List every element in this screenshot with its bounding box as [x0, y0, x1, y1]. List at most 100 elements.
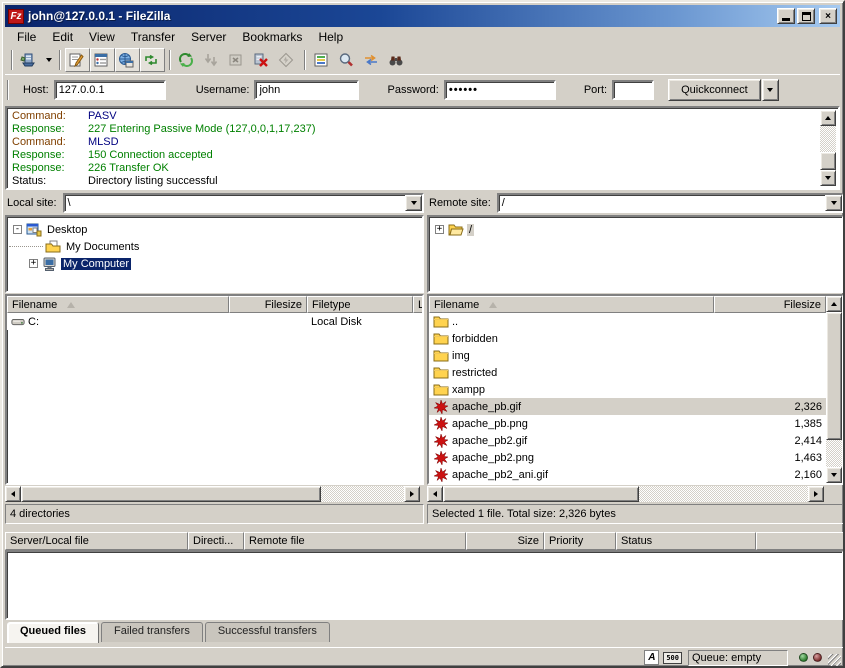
- toggle-transfer-queue-button[interactable]: [140, 48, 165, 72]
- column-header-empty[interactable]: [756, 532, 844, 550]
- remote-file-row[interactable]: apache_pb.png 1,385: [429, 415, 826, 432]
- column-header-direction[interactable]: Directi...: [188, 532, 244, 550]
- scroll-right-button[interactable]: [404, 486, 420, 502]
- tree-item-my-documents[interactable]: My Documents: [9, 238, 420, 255]
- remote-file-row[interactable]: forbidden: [429, 330, 826, 347]
- column-header-server-local-file[interactable]: Server/Local file: [5, 532, 188, 550]
- remote-vertical-scrollbar[interactable]: [826, 296, 842, 483]
- remote-file-row[interactable]: xampp: [429, 381, 826, 398]
- host-input[interactable]: [54, 80, 166, 100]
- tree-item-desktop[interactable]: - Desktop: [9, 221, 420, 238]
- my-documents-icon: [45, 239, 61, 255]
- username-input[interactable]: [254, 80, 359, 100]
- scroll-right-button[interactable]: [808, 486, 824, 502]
- directory-listing-filters-button[interactable]: [310, 48, 335, 72]
- toggle-local-tree-button[interactable]: [90, 48, 115, 72]
- data-type-icon[interactable]: A: [644, 650, 659, 665]
- disconnect-icon: [253, 52, 269, 68]
- tree-item-root[interactable]: + /: [431, 221, 840, 238]
- minimize-button[interactable]: [777, 8, 795, 24]
- scroll-down-button[interactable]: [820, 170, 836, 186]
- directory-comparison-button[interactable]: [335, 48, 360, 72]
- remote-file-row[interactable]: ..: [429, 313, 826, 330]
- remote-tree-icon: [118, 52, 134, 68]
- tab-failed-transfers[interactable]: Failed transfers: [101, 622, 203, 642]
- menu-transfer[interactable]: Transfer: [123, 28, 183, 46]
- queue-body[interactable]: [5, 550, 844, 620]
- scroll-left-button[interactable]: [427, 486, 443, 502]
- reconnect-button[interactable]: [275, 48, 300, 72]
- column-header-remote-file[interactable]: Remote file: [244, 532, 466, 550]
- site-manager-button[interactable]: [17, 48, 42, 72]
- site-manager-dropdown-button[interactable]: [42, 48, 55, 72]
- scroll-down-button[interactable]: [826, 467, 842, 483]
- quickconnect-button[interactable]: Quickconnect: [668, 79, 761, 101]
- column-header-size[interactable]: Size: [466, 532, 544, 550]
- local-site-combobox[interactable]: \: [63, 193, 424, 213]
- remote-file-row[interactable]: img: [429, 347, 826, 364]
- menu-file[interactable]: File: [9, 28, 44, 46]
- scroll-up-button[interactable]: [820, 110, 836, 126]
- expand-icon[interactable]: +: [435, 225, 444, 234]
- column-header-lastmodified[interactable]: L: [413, 296, 423, 313]
- file-type: Local Disk: [311, 316, 362, 328]
- quickconnect-dropdown-button[interactable]: [762, 79, 779, 101]
- tab-queued-files[interactable]: Queued files: [7, 622, 99, 643]
- remote-file-row[interactable]: apache_pb2.png 1,463: [429, 449, 826, 466]
- scroll-up-button[interactable]: [826, 296, 842, 312]
- remote-file-row[interactable]: restricted: [429, 364, 826, 381]
- sync-browsing-icon: [363, 52, 379, 68]
- scroll-left-button[interactable]: [5, 486, 21, 502]
- menu-server[interactable]: Server: [183, 28, 234, 46]
- menu-help[interactable]: Help: [310, 28, 351, 46]
- local-file-row[interactable]: C: Local Disk: [7, 313, 422, 330]
- maximize-button[interactable]: [797, 8, 815, 24]
- remote-file-row[interactable]: apache_pb2.gif 2,414: [429, 432, 826, 449]
- scroll-track[interactable]: [321, 486, 404, 502]
- scroll-thumb[interactable]: [443, 486, 639, 502]
- column-header-filesize[interactable]: Filesize: [714, 296, 826, 313]
- log-scrollbar[interactable]: [820, 110, 836, 186]
- menu-bookmarks[interactable]: Bookmarks: [234, 28, 310, 46]
- toggle-message-log-button[interactable]: [65, 48, 90, 72]
- column-header-filename[interactable]: Filename: [429, 296, 714, 313]
- menu-view[interactable]: View: [81, 28, 123, 46]
- local-horizontal-scrollbar[interactable]: [5, 486, 420, 502]
- scroll-track[interactable]: [639, 486, 808, 502]
- scroll-thumb[interactable]: [21, 486, 321, 502]
- remote-horizontal-scrollbar[interactable]: [427, 486, 824, 502]
- speed-limit-icon[interactable]: 500: [663, 652, 682, 664]
- expand-icon[interactable]: +: [29, 259, 38, 268]
- process-queue-button[interactable]: [200, 48, 225, 72]
- title-bar[interactable]: Fz john@127.0.0.1 - FileZilla ×: [5, 5, 840, 27]
- column-header-priority[interactable]: Priority: [544, 532, 616, 550]
- scroll-right-icon: [814, 491, 818, 497]
- cancel-operation-button[interactable]: [225, 48, 250, 72]
- column-header-filesize[interactable]: Filesize: [229, 296, 307, 313]
- resize-grip[interactable]: [828, 654, 841, 667]
- column-header-filetype[interactable]: Filetype: [307, 296, 413, 313]
- synchronized-browsing-button[interactable]: [360, 48, 385, 72]
- find-files-button[interactable]: [385, 48, 410, 72]
- tab-successful-transfers[interactable]: Successful transfers: [205, 622, 330, 642]
- refresh-icon: [178, 52, 194, 68]
- refresh-button[interactable]: [175, 48, 200, 72]
- remote-site-dropdown-button[interactable]: [825, 195, 842, 211]
- log-line: Command:PASV: [9, 110, 820, 123]
- port-input[interactable]: [612, 80, 654, 100]
- menu-edit[interactable]: Edit: [44, 28, 81, 46]
- remote-file-row-selected[interactable]: apache_pb.gif 2,326: [429, 398, 826, 415]
- remote-site-combobox[interactable]: /: [497, 193, 844, 213]
- scroll-thumb[interactable]: [820, 152, 836, 170]
- disconnect-button[interactable]: [250, 48, 275, 72]
- local-site-dropdown-button[interactable]: [405, 195, 422, 211]
- toggle-remote-tree-button[interactable]: [115, 48, 140, 72]
- column-header-filename[interactable]: Filename: [7, 296, 229, 313]
- collapse-icon[interactable]: -: [13, 225, 22, 234]
- tree-item-my-computer[interactable]: + My Computer: [9, 255, 420, 272]
- remote-file-row[interactable]: apache_pb2_ani.gif 2,160: [429, 466, 826, 483]
- scroll-thumb[interactable]: [826, 312, 842, 440]
- close-button[interactable]: ×: [819, 8, 837, 24]
- password-input[interactable]: [444, 80, 556, 100]
- column-header-status[interactable]: Status: [616, 532, 756, 550]
